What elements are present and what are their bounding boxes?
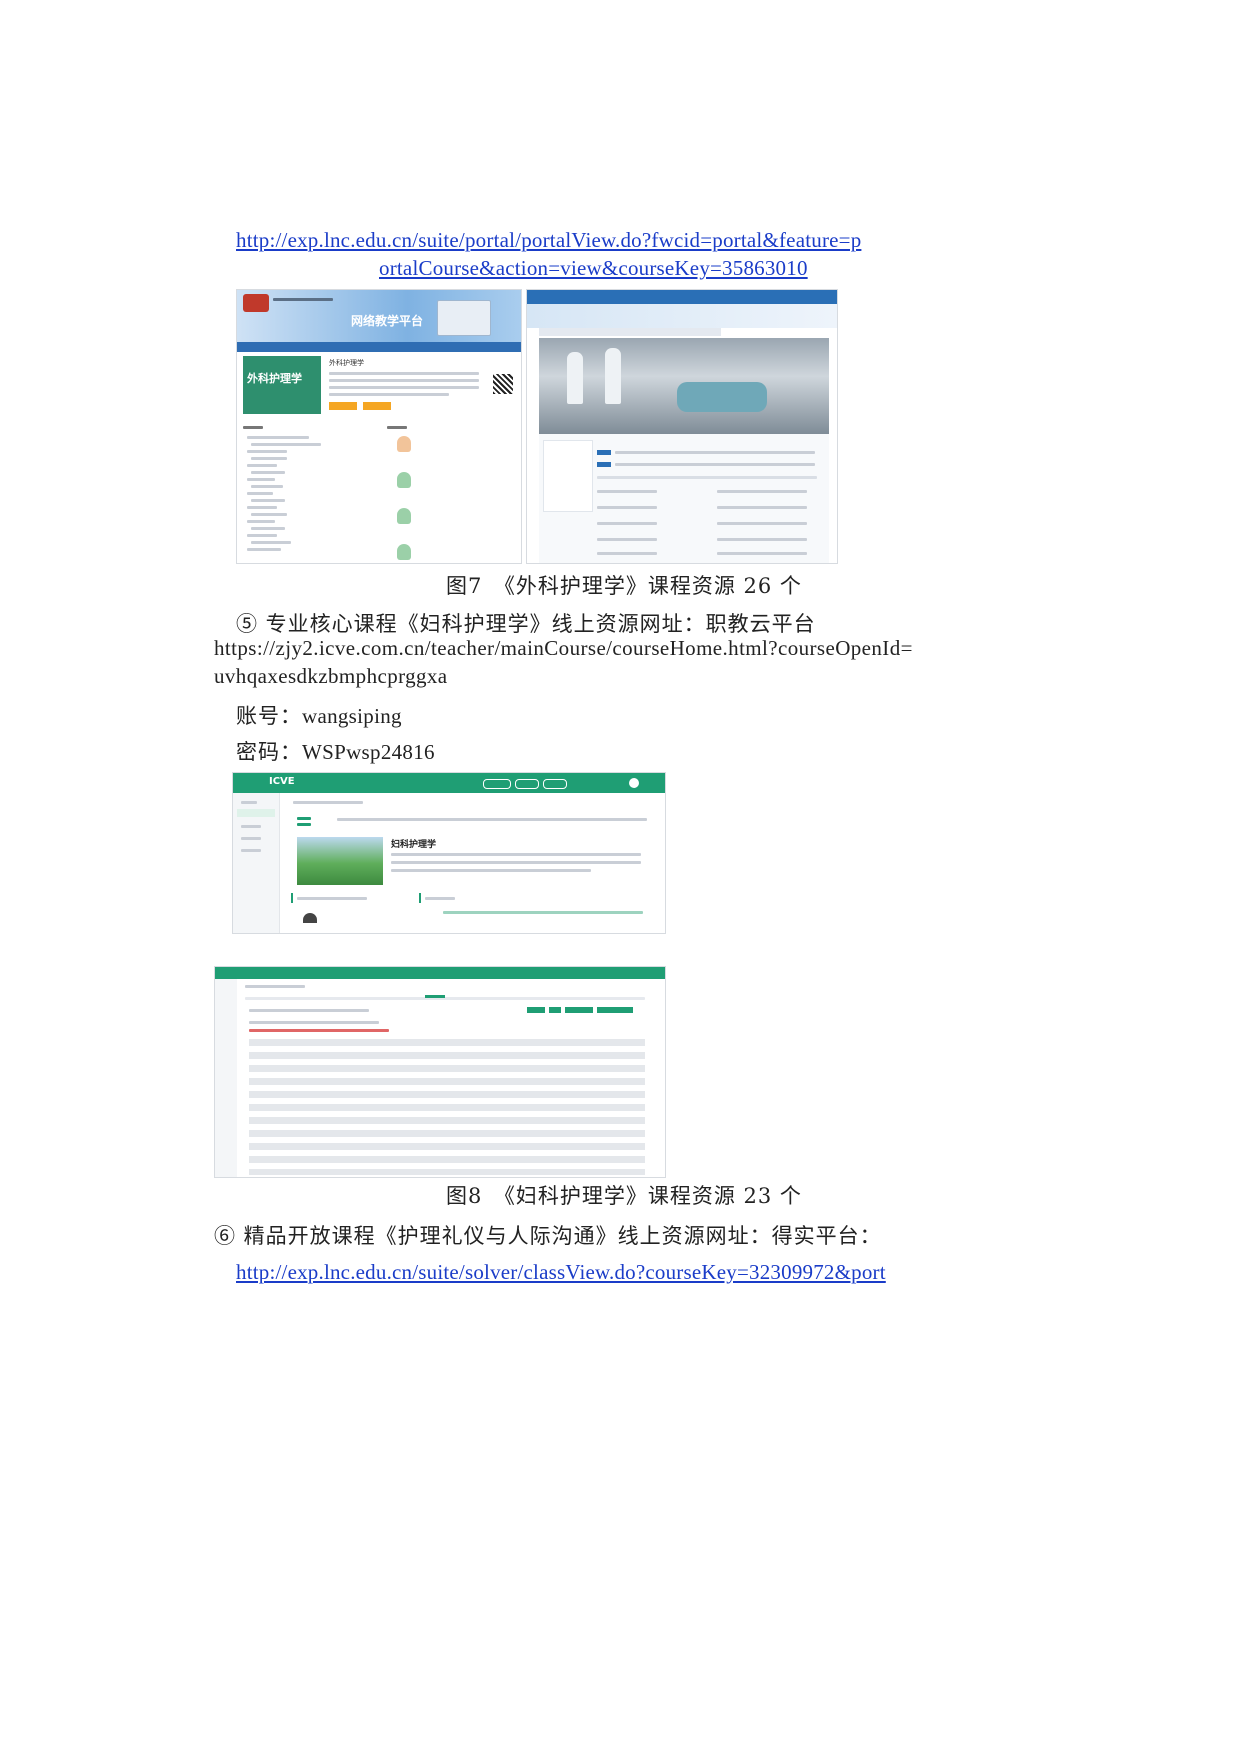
icve-logo: ICVE (269, 776, 295, 787)
action-button-2[interactable] (549, 1007, 561, 1013)
figure8-top-screenshot: ICVE 妇科护理学 (232, 772, 666, 934)
teacher-photo-icon (303, 913, 317, 923)
icve-header-2 (215, 967, 665, 979)
item6-heading: ⑥ 精品开放课程《护理礼仪与人际沟通》线上资源网址：得实平台： (214, 1224, 882, 1248)
teacher-avatar-1 (397, 436, 411, 452)
chapter-row-4[interactable] (249, 1078, 645, 1085)
header-button-2[interactable] (515, 779, 539, 789)
item5-heading: ⑤ 专业核心课程《妇科护理学》线上资源网址：职教云平台 (236, 612, 816, 636)
course-name: 外科护理学 (329, 359, 364, 367)
chapter-row-7[interactable] (249, 1117, 645, 1124)
filter-chip-active-2[interactable] (597, 462, 611, 467)
password-label: 密码： (236, 740, 302, 764)
account-row: 账号：wangsiping (236, 700, 402, 730)
item5-url-line2: uvhqaxesdkzbmphcprggxa (214, 664, 448, 688)
teacher-avatar-4 (397, 544, 411, 560)
portal-link-line2[interactable]: ortalCourse&action=view&courseKey=358630… (379, 256, 808, 281)
portal-tab-bar[interactable] (539, 328, 721, 336)
user-avatar[interactable] (629, 778, 639, 788)
action-button-3[interactable] (565, 1007, 593, 1013)
enroll-button[interactable] (329, 402, 357, 410)
action-button-1[interactable] (527, 1007, 545, 1013)
filter-chip-active-1[interactable] (597, 450, 611, 455)
icve-sidebar-2[interactable] (215, 979, 237, 1177)
chapter-row-8[interactable] (249, 1130, 645, 1137)
action-button-4[interactable] (597, 1007, 633, 1013)
chapter-row-5[interactable] (249, 1091, 645, 1098)
chapter-row-10[interactable] (249, 1156, 645, 1163)
chapter-row-2[interactable] (249, 1052, 645, 1059)
figure8-bottom-screenshot (214, 966, 666, 1178)
icve-course-title: 妇科护理学 (391, 840, 437, 850)
course-cover-text: 外科护理学 (247, 372, 302, 385)
active-tab-indicator[interactable] (425, 995, 445, 998)
item5-url-line1: https://zjy2.icve.com.cn/teacher/mainCou… (214, 636, 913, 660)
category-sidebar[interactable] (543, 440, 593, 512)
header-button-3[interactable] (543, 779, 567, 789)
portal-top-bar (527, 290, 837, 304)
account-label: 账号： (236, 704, 302, 728)
teacher-avatar-2 (397, 472, 411, 488)
password-row: 密码：WSPwsp24816 (236, 736, 435, 766)
figure7-right-screenshot (526, 289, 838, 564)
password-value: WSPwsp24816 (302, 740, 435, 764)
figure8-caption: 图8 《妇科护理学》课程资源 23 个 (446, 1184, 802, 1208)
chapter-row-1[interactable] (249, 1039, 645, 1046)
laptop-icon (437, 300, 491, 336)
portal-link-line1[interactable]: http://exp.lnc.edu.cn/suite/portal/porta… (236, 228, 861, 253)
chapter-row-3[interactable] (249, 1065, 645, 1072)
qr-code-icon (493, 374, 513, 394)
chapter-row-6[interactable] (249, 1104, 645, 1111)
study-button[interactable] (363, 402, 391, 410)
figure7-left-screenshot: 网络教学平台 外科护理学 外科护理学 (236, 289, 522, 564)
course-cover-image (297, 837, 383, 885)
account-value: wangsiping (302, 704, 402, 728)
item6-link[interactable]: http://exp.lnc.edu.cn/suite/solver/class… (236, 1260, 886, 1285)
teacher-avatar-3 (397, 508, 411, 524)
school-logo-icon (243, 294, 269, 312)
chapter-row-9[interactable] (249, 1143, 645, 1150)
banner-title: 网络教学平台 (351, 314, 424, 328)
chapter-row-11[interactable] (249, 1169, 645, 1175)
nav-bar[interactable] (237, 342, 521, 352)
icve-header (233, 773, 665, 793)
header-button-1[interactable] (483, 779, 511, 789)
figure7-caption: 图7 《外科护理学》课程资源 26 个 (446, 574, 802, 598)
